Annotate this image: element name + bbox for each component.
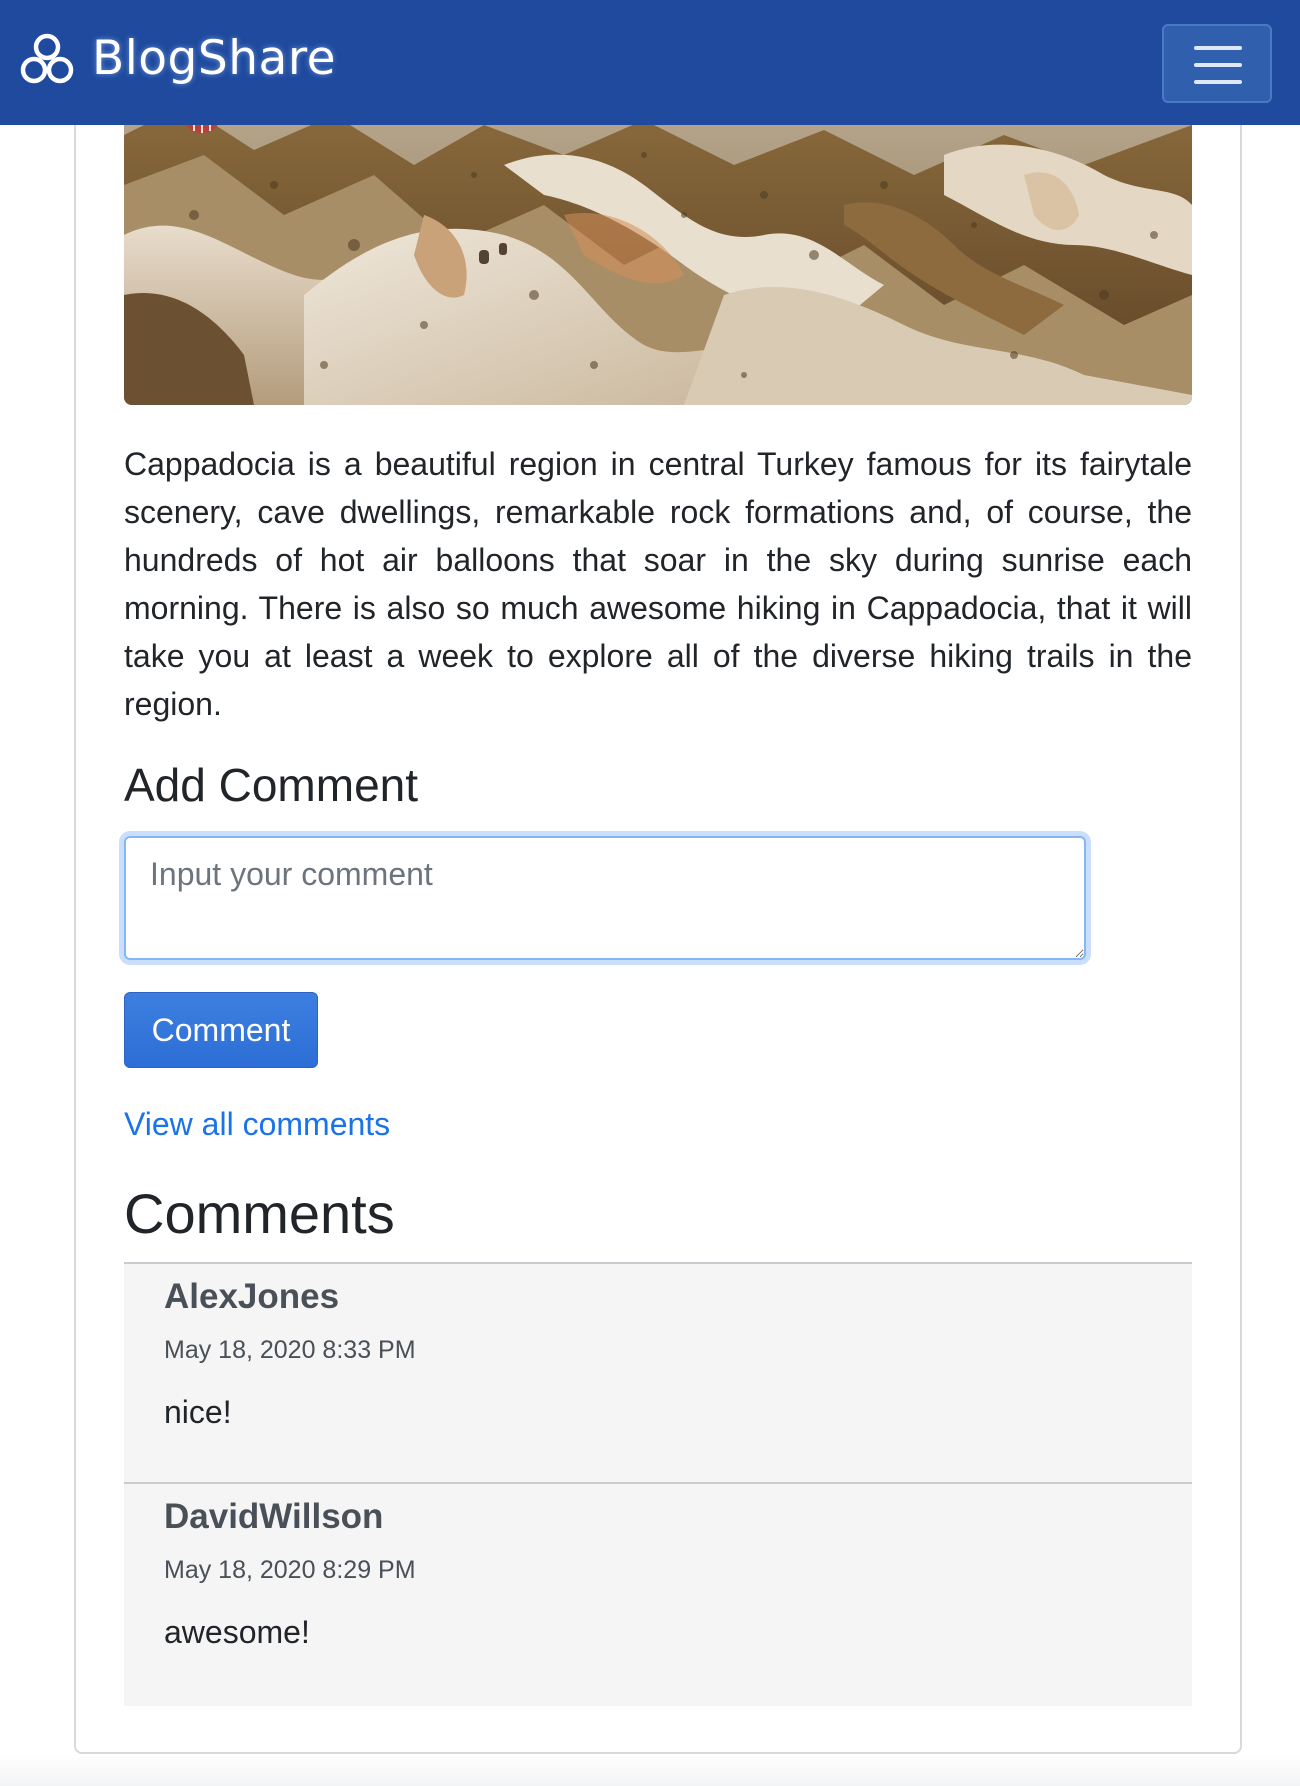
comment-submit-button[interactable]: Comment [124, 992, 318, 1068]
comment-date: May 18, 2020 8:29 PM [164, 1556, 416, 1584]
brand-name: BlogShare [92, 31, 337, 86]
add-comment-heading: Add Comment [124, 759, 419, 811]
post-body-text: Cappadocia is a beautiful region in cent… [124, 446, 1192, 722]
comment-text: awesome! [164, 1614, 310, 1650]
comment-date: May 18, 2020 8:33 PM [164, 1336, 416, 1364]
hamburger-menu-icon [1194, 63, 1242, 67]
comment-text: nice! [164, 1394, 232, 1430]
view-all-comments-link[interactable]: View all comments [124, 1104, 390, 1144]
comment-item: AlexJones May 18, 2020 8:33 PM nice! [124, 1264, 1192, 1484]
comment-item: DavidWillson May 18, 2020 8:29 PM awesom… [124, 1484, 1192, 1706]
landscape-photo [124, 95, 1192, 405]
comments-heading: Comments [124, 1182, 395, 1245]
comments-list: AlexJones May 18, 2020 8:33 PM nice! Dav… [124, 1262, 1192, 1706]
navbar-toggle-button[interactable] [1162, 24, 1272, 103]
navbar: BlogShare [0, 0, 1300, 125]
hamburger-menu-icon [1194, 80, 1242, 84]
comment-input[interactable] [124, 836, 1086, 960]
post-image [124, 95, 1192, 405]
comment-author[interactable]: DavidWillson [164, 1496, 1152, 1538]
brand-link[interactable]: BlogShare [18, 30, 336, 88]
comment-author[interactable]: AlexJones [164, 1276, 1152, 1318]
hamburger-menu-icon [1194, 46, 1242, 50]
circles-logo-icon [20, 33, 74, 84]
page-bottom-shadow [0, 1754, 1300, 1786]
